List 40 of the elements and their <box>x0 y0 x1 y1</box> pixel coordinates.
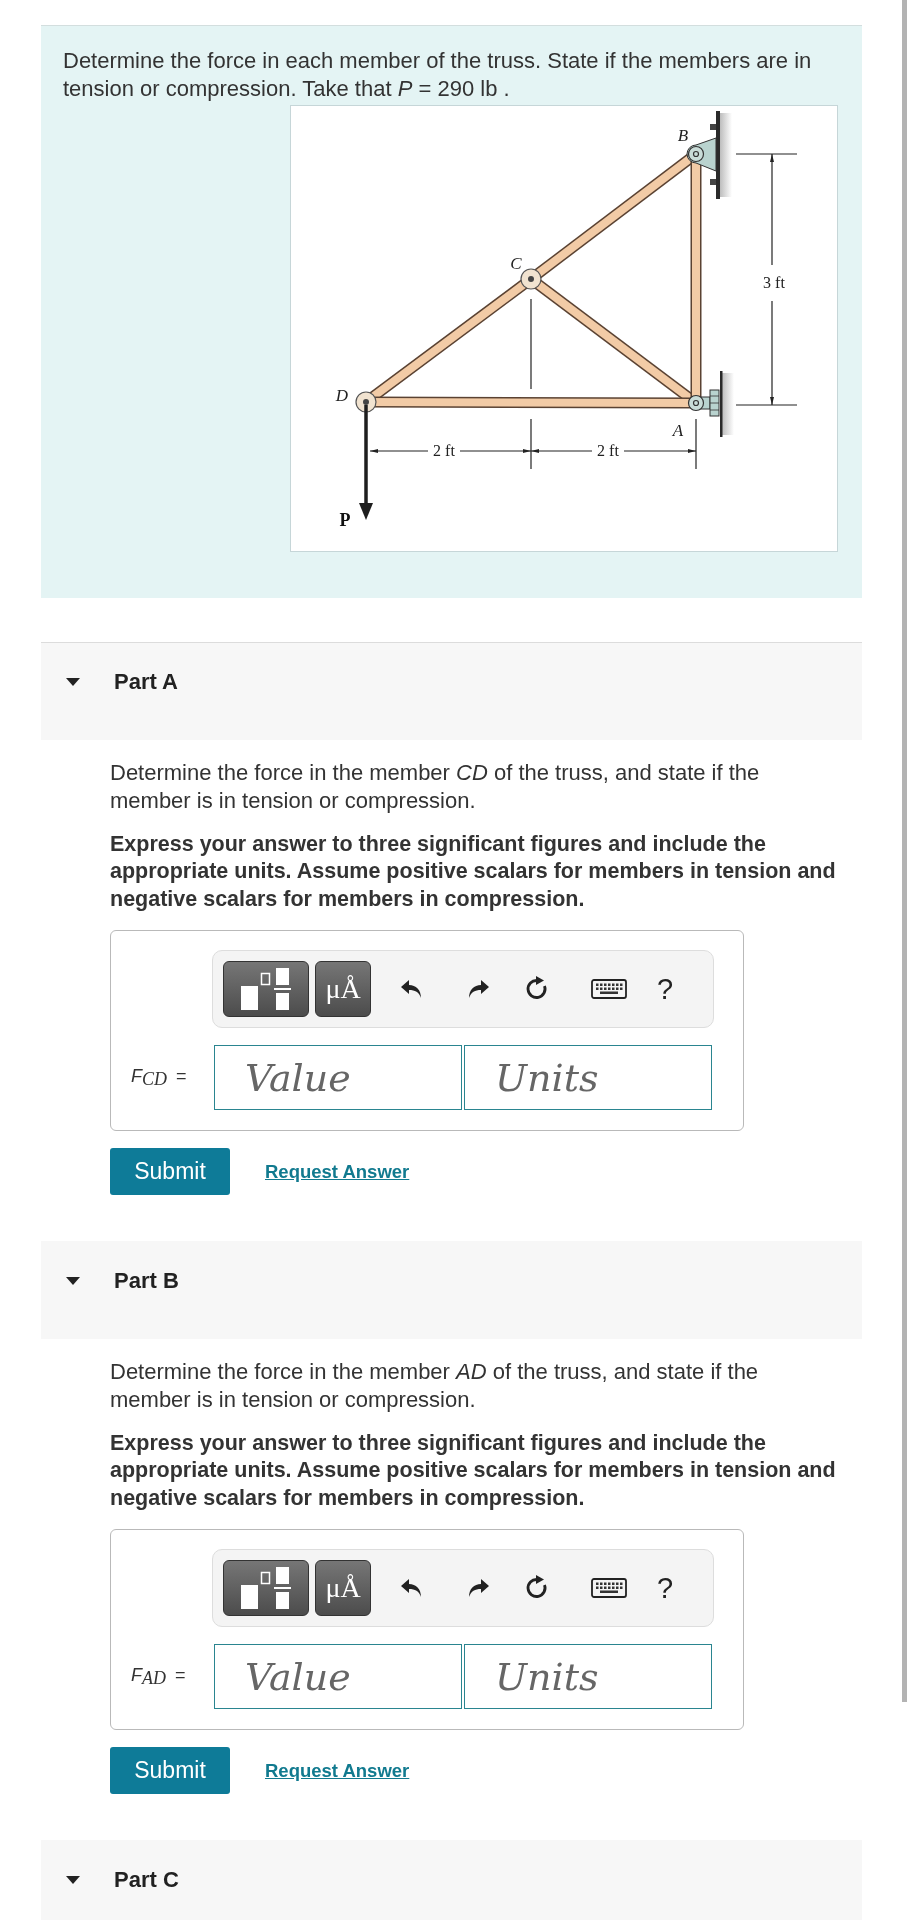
joint-label: B <box>677 126 689 145</box>
question-text: Determine the force in the member CD of the truss, and state if the member is in tension or compression. <box>110 759 761 814</box>
part-header[interactable]: Part B <box>41 1241 862 1339</box>
instructions-text: Express your answer to three significant figures and include the appropriate units. Assume positive scalars for members in tension and negative scalars for members in compression. <box>110 830 837 913</box>
submit-button[interactable]: Submit <box>110 1148 230 1195</box>
pin-joint <box>355 391 377 413</box>
instructions-text: Express your answer to three significant figures and include the appropriate units. Assume positive scalars for members in tension and negative scalars for members in compression. <box>110 1429 837 1512</box>
units-field[interactable]: Units <box>464 1644 712 1709</box>
dimension-label: 2 ft <box>433 442 455 459</box>
request-answer-link[interactable]: Request Answer <box>265 1759 410 1782</box>
part-title: Part C <box>114 1868 179 1892</box>
value-field[interactable]: Value <box>214 1045 462 1110</box>
submit-button[interactable]: Submit <box>110 1747 230 1794</box>
dimension-label: 2 ft <box>597 442 619 459</box>
scrollbar-thumb[interactable] <box>902 0 907 1702</box>
units-button[interactable]: μÅ <box>315 1560 371 1616</box>
request-answer-link[interactable]: Request Answer <box>265 1160 410 1183</box>
dimension-label: 3 ft <box>763 274 785 291</box>
part-title: Part B <box>114 1269 179 1293</box>
template-icon <box>241 967 291 1011</box>
templates-button[interactable] <box>223 961 309 1017</box>
help-button[interactable]: ? <box>654 1570 676 1606</box>
template-icon <box>241 1566 291 1610</box>
question-text: Determine the force in the member AD of the truss, and state if the member is in tension or compression. <box>110 1358 760 1413</box>
joint-label: C <box>510 254 522 273</box>
keyboard-icon <box>591 979 627 999</box>
part-header[interactable]: Part A <box>41 642 862 740</box>
part-header[interactable]: Part C <box>41 1840 862 1920</box>
joint-label: D <box>335 386 349 405</box>
value-field[interactable]: Value <box>214 1644 462 1709</box>
problem-text: Determine the force in each member of the truss. State if the members are in tension or compression. Take that P = 290 lb . <box>63 47 813 103</box>
units-button[interactable]: μÅ <box>315 961 371 1017</box>
joint-label: A <box>672 421 684 440</box>
help-button[interactable]: ? <box>654 971 676 1007</box>
templates-button[interactable] <box>223 1560 309 1616</box>
units-field[interactable]: Units <box>464 1045 712 1110</box>
part-title: Part A <box>114 670 178 694</box>
load-label: P <box>339 510 351 530</box>
pin-joint <box>520 268 542 290</box>
keyboard-icon <box>591 1578 627 1598</box>
